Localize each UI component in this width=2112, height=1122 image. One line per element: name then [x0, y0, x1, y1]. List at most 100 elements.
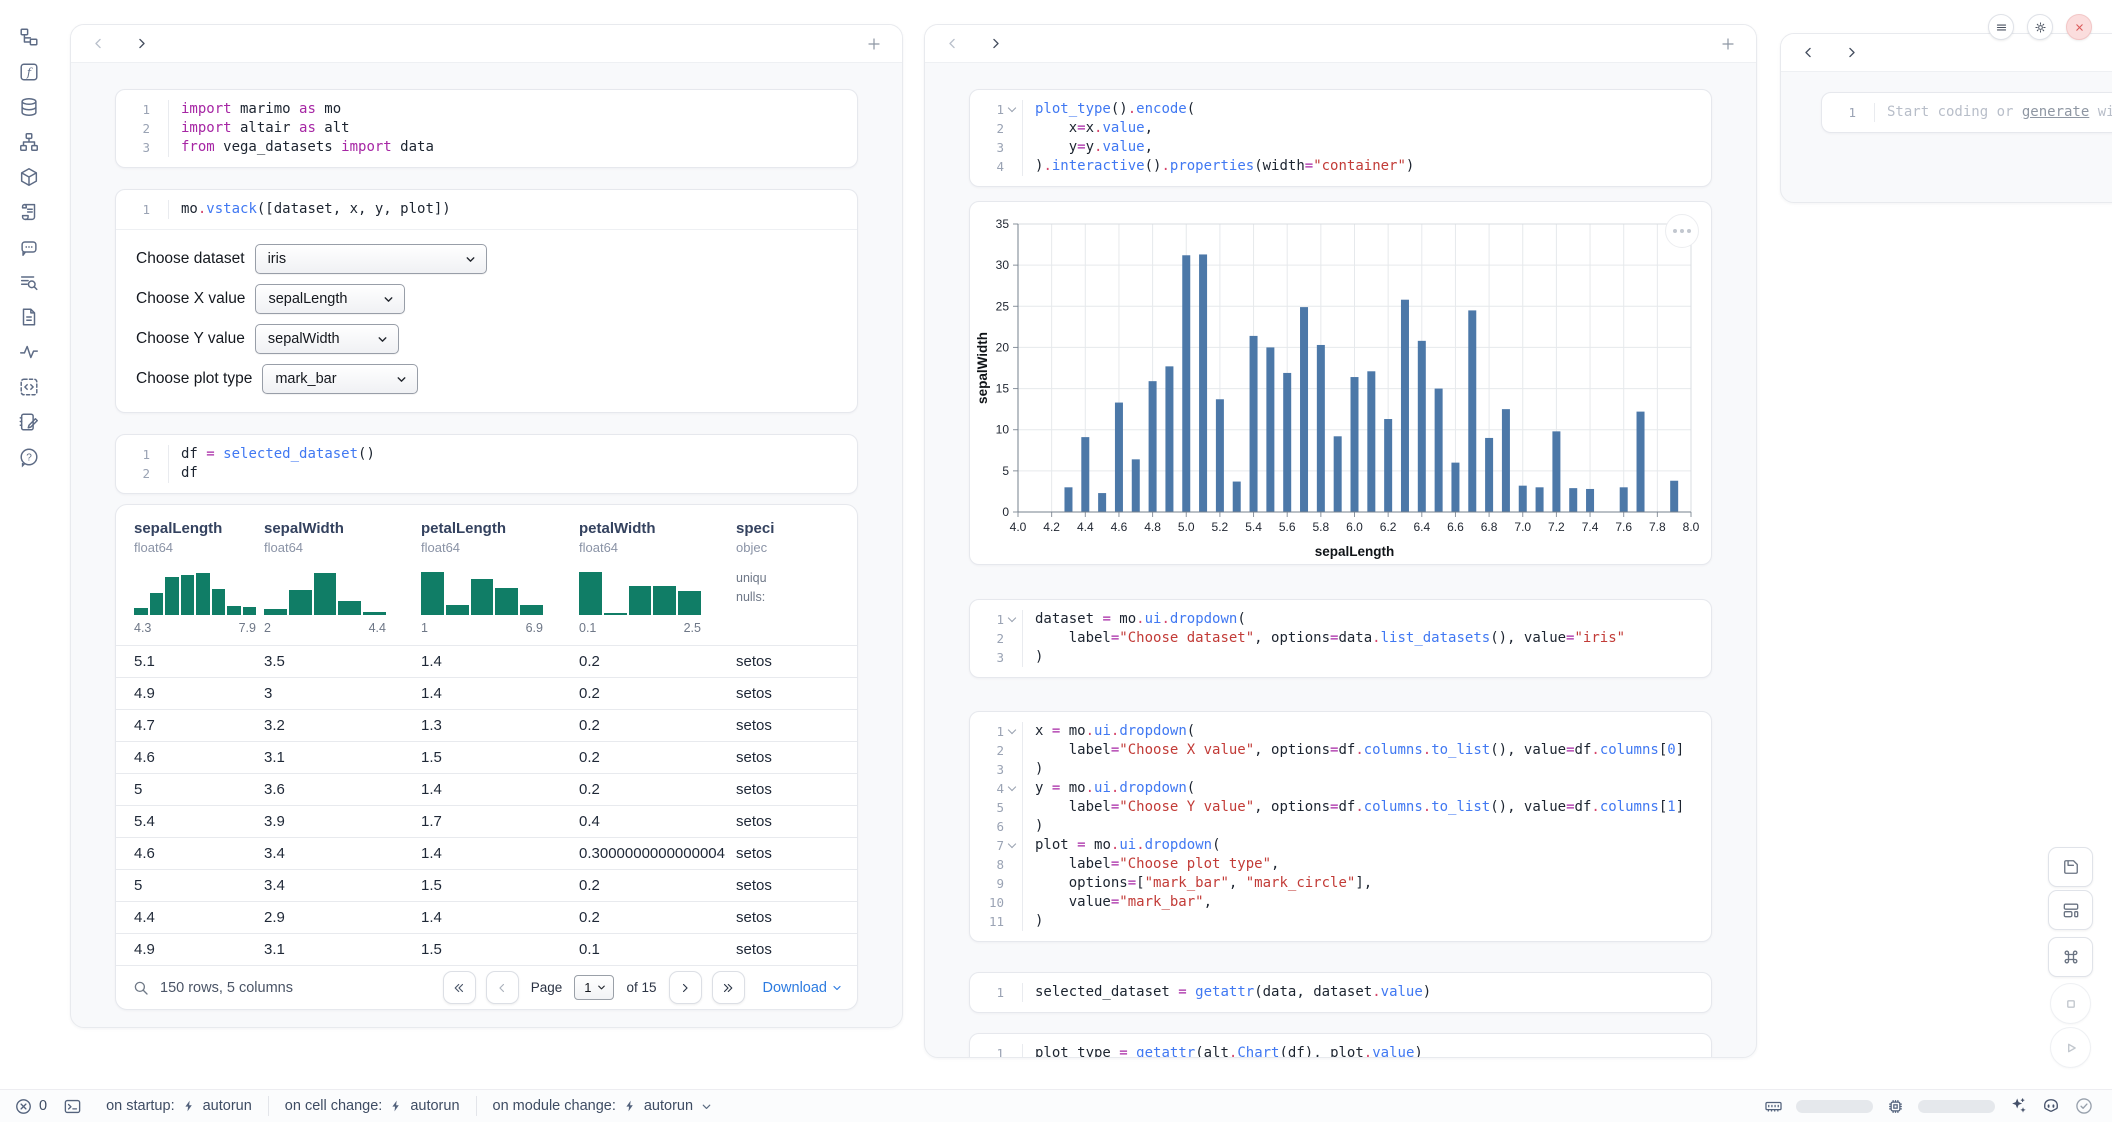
dataset-select[interactable]: iris	[255, 244, 487, 274]
package-icon[interactable]	[18, 166, 40, 188]
menu-button[interactable]	[1988, 14, 2014, 40]
panel-left-header	[71, 25, 902, 63]
svg-text:6.0: 6.0	[1346, 520, 1363, 534]
column-header[interactable]: petalWidth float64 0.12.5	[579, 520, 736, 635]
function-square-icon[interactable]: f	[18, 61, 40, 83]
column-header[interactable]: petalLength float64 16.9	[421, 520, 579, 635]
on-cell-change-toggle[interactable]: on cell change: autorun	[279, 1098, 466, 1114]
layout-button[interactable]	[2048, 890, 2093, 930]
fold-chevron-icon[interactable]	[1008, 104, 1016, 112]
play-icon	[2060, 1037, 2082, 1059]
code-editor[interactable]: 1df = selected_dataset()2df	[116, 435, 857, 493]
table-cell: 0.2	[579, 685, 736, 702]
code-line: 4).interactive().properties(width="conta…	[978, 157, 1699, 176]
on-startup-toggle[interactable]: on startup: autorun	[100, 1098, 258, 1114]
code-editor[interactable]: 1dataset = mo.ui.dropdown(2 label="Choos…	[970, 600, 1711, 677]
next-page-button[interactable]	[669, 971, 702, 1004]
code-line: 2 label="Choose dataset", options=data.l…	[978, 629, 1699, 648]
panel-back-button[interactable]	[945, 36, 960, 51]
plot-type-select[interactable]: mark_bar	[262, 364, 418, 394]
code-editor[interactable]: 1plot_type = getattr(alt.Chart(df), plot…	[970, 1034, 1711, 1058]
code-line: 3)	[978, 760, 1699, 779]
svg-text:8.0: 8.0	[1683, 520, 1700, 534]
code-editor-placeholder[interactable]: 1Start coding or generate with	[1822, 93, 2112, 132]
code-line: 2 x=x.value,	[978, 119, 1699, 138]
first-page-button[interactable]	[443, 971, 476, 1004]
database-icon[interactable]	[18, 96, 40, 118]
add-cell-button[interactable]	[1720, 36, 1736, 52]
fold-chevron-icon[interactable]	[1008, 840, 1016, 848]
column-header[interactable]: sepalWidth float64 24.4	[264, 520, 421, 635]
panel-right: 1Start coding or generate with	[1780, 33, 2112, 203]
panel-back-button[interactable]	[91, 36, 106, 51]
tracing-icon[interactable]	[18, 341, 40, 363]
download-button[interactable]: Download	[763, 980, 844, 996]
close-button[interactable]	[2066, 14, 2092, 40]
code-editor[interactable]: 1plot_type().encode(2 x=x.value,3 y=y.va…	[970, 90, 1711, 186]
dependency-graph-icon[interactable]	[18, 131, 40, 153]
fold-chevron-icon[interactable]	[1008, 726, 1016, 734]
search-icon[interactable]	[132, 979, 150, 997]
table-cell: 3.4	[264, 877, 421, 894]
table-cell: 0.4	[579, 813, 736, 830]
column-header[interactable]: sepalLength float64 4.37.9	[134, 520, 264, 635]
y-value-select[interactable]: sepalWidth	[255, 324, 399, 354]
run-button[interactable]	[2050, 1027, 2091, 1068]
chat-bot-icon[interactable]	[18, 236, 40, 258]
file-tree-icon[interactable]	[18, 26, 40, 48]
table-cell: 1.7	[421, 813, 579, 830]
error-count-icon[interactable]	[14, 1097, 33, 1116]
last-page-button[interactable]	[712, 971, 745, 1004]
help-icon[interactable]: ?	[18, 446, 40, 468]
svg-text:f: f	[26, 65, 33, 79]
sidebar-rail: f ?	[0, 0, 58, 1122]
add-cell-button[interactable]	[866, 36, 882, 52]
outline-search-icon[interactable]	[18, 271, 40, 293]
sparkles-icon[interactable]	[2008, 1096, 2028, 1116]
page-label: Page	[531, 980, 563, 995]
column-header[interactable]: speci objec uniqunulls:	[736, 520, 857, 635]
panel-forward-button[interactable]	[1844, 45, 1859, 60]
page-select[interactable]: 1	[574, 975, 614, 1000]
y-value-label: Choose Y value	[136, 330, 245, 348]
table-cell: 5.4	[134, 813, 264, 830]
bar-chart[interactable]: 4.04.24.44.64.85.05.25.45.65.86.06.26.46…	[970, 210, 1711, 562]
chart-menu-button[interactable]	[1665, 214, 1699, 248]
code-editor[interactable]: 1selected_dataset = getattr(data, datase…	[970, 973, 1711, 1012]
table-cell: 3.2	[264, 717, 421, 734]
table-body: 5.13.51.40.2setos4.931.40.2setos4.73.21.…	[116, 645, 857, 965]
code-editor[interactable]: 1mo.vstack([dataset, x, y, plot])	[116, 190, 857, 229]
settings-button[interactable]	[2027, 14, 2053, 40]
x-value-select[interactable]: sepalLength	[255, 284, 405, 314]
save-button[interactable]	[2048, 847, 2093, 887]
chevrons-left-icon	[452, 981, 466, 995]
copilot-icon[interactable]	[2041, 1096, 2061, 1116]
code-editor[interactable]: 1import marimo as mo2import altair as al…	[116, 90, 857, 167]
svg-text:sepalWidth: sepalWidth	[975, 332, 990, 404]
prev-page-button[interactable]	[486, 971, 519, 1004]
fold-chevron-icon[interactable]	[1008, 614, 1016, 622]
panel-back-button[interactable]	[1801, 45, 1816, 60]
snippets-icon[interactable]	[18, 306, 40, 328]
cell-vstack: 1mo.vstack([dataset, x, y, plot]) Choose…	[115, 189, 858, 413]
code-editor[interactable]: 1x = mo.ui.dropdown(2 label="Choose X va…	[970, 712, 1711, 941]
keyboard-shortcuts-button[interactable]	[2048, 937, 2093, 977]
plot-type-label: Choose plot type	[136, 370, 252, 388]
on-module-change-toggle[interactable]: on module change: autorun	[487, 1098, 720, 1114]
panel-middle: 1plot_type().encode(2 x=x.value,3 y=y.va…	[924, 24, 1757, 1058]
stop-button[interactable]	[2050, 983, 2091, 1024]
table-cell: 3.9	[264, 813, 421, 830]
svg-text:7.2: 7.2	[1548, 520, 1565, 534]
code-block-icon[interactable]	[18, 376, 40, 398]
stop-icon	[2060, 993, 2082, 1015]
panel-forward-button[interactable]	[134, 36, 149, 51]
scratchpad-icon[interactable]	[18, 411, 40, 433]
scroll-icon[interactable]	[18, 201, 40, 223]
terminal-icon[interactable]	[63, 1097, 82, 1116]
table-footer: 150 rows, 5 columns Page 1 of 15 Downloa…	[116, 965, 857, 1009]
panel-forward-button[interactable]	[988, 36, 1003, 51]
fold-chevron-icon[interactable]	[1008, 783, 1016, 791]
table-cell: 1.4	[421, 845, 579, 862]
gear-icon	[2034, 21, 2047, 34]
check-circle-icon[interactable]	[2074, 1096, 2094, 1116]
